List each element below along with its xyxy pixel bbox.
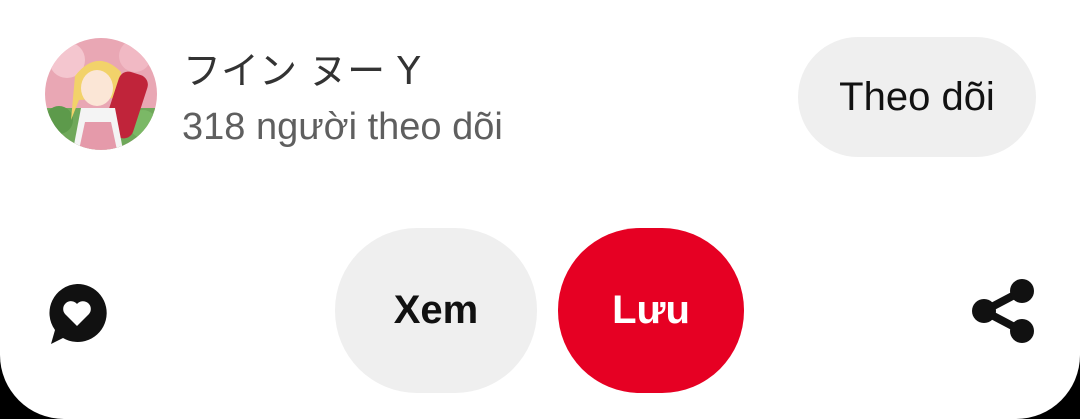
pin-action-sheet: フイン ヌー Y 318 người theo dõi Theo dõi Xem… (0, 0, 1080, 419)
comment-heart-icon[interactable] (45, 282, 109, 346)
creator-name[interactable]: フイン ヌー Y (183, 48, 420, 94)
anime-girl-avatar-icon (45, 38, 157, 150)
view-button[interactable]: Xem (335, 228, 537, 393)
save-button[interactable]: Lưu (558, 228, 744, 393)
follower-count: 318 người theo dõi (182, 106, 503, 148)
creator-avatar[interactable] (45, 38, 157, 150)
share-icon[interactable] (970, 277, 1036, 345)
follow-button[interactable]: Theo dõi (798, 37, 1036, 157)
